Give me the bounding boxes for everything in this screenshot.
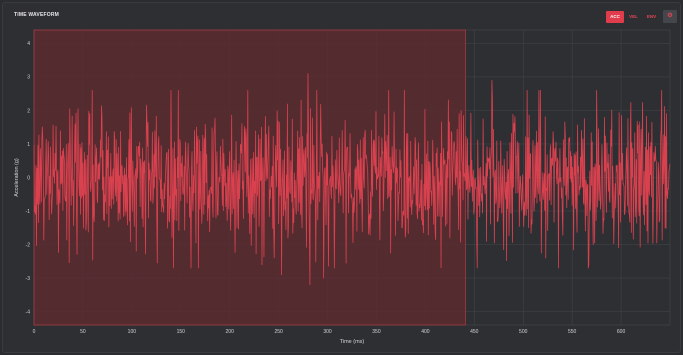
y-tick-label: -2 xyxy=(26,242,31,248)
x-tick-label: 200 xyxy=(226,329,235,335)
x-tick-label: 100 xyxy=(128,329,137,335)
y-tick-label: 4 xyxy=(27,41,30,47)
y-axis-label: Acceleration (g) xyxy=(14,158,20,197)
y-tick-label: -4 xyxy=(26,309,31,315)
x-tick-label: 300 xyxy=(323,329,332,335)
y-tick-labels: 4 3 2 1 0 -1 -2 -3 -4 xyxy=(26,41,31,315)
x-tick-label: 250 xyxy=(274,329,283,335)
y-tick-label: 2 xyxy=(27,108,30,114)
x-tick-label: 500 xyxy=(519,329,528,335)
y-tick-label: -3 xyxy=(26,276,31,282)
y-tick-label: 0 xyxy=(27,175,30,181)
x-tick-label: 50 xyxy=(80,329,86,335)
y-tick-label: -1 xyxy=(26,209,31,215)
y-tick-label: 1 xyxy=(27,142,30,148)
x-axis-label: Time (ms) xyxy=(340,339,365,345)
waveform-chart[interactable]: 4 3 2 1 0 -1 -2 -3 -4 0 50 100 150 200 250 300 350 400 45… xyxy=(0,0,683,355)
x-tick-label: 0 xyxy=(33,329,36,335)
x-tick-labels: 0 50 100 150 200 250 300 350 400 450 500 550 600 xyxy=(33,329,626,335)
x-tick-label: 450 xyxy=(470,329,479,335)
y-tick-label: 3 xyxy=(27,75,30,81)
x-tick-label: 150 xyxy=(177,329,186,335)
x-tick-label: 600 xyxy=(617,329,626,335)
x-tick-label: 550 xyxy=(568,329,577,335)
x-tick-label: 350 xyxy=(372,329,381,335)
x-tick-label: 400 xyxy=(421,329,430,335)
